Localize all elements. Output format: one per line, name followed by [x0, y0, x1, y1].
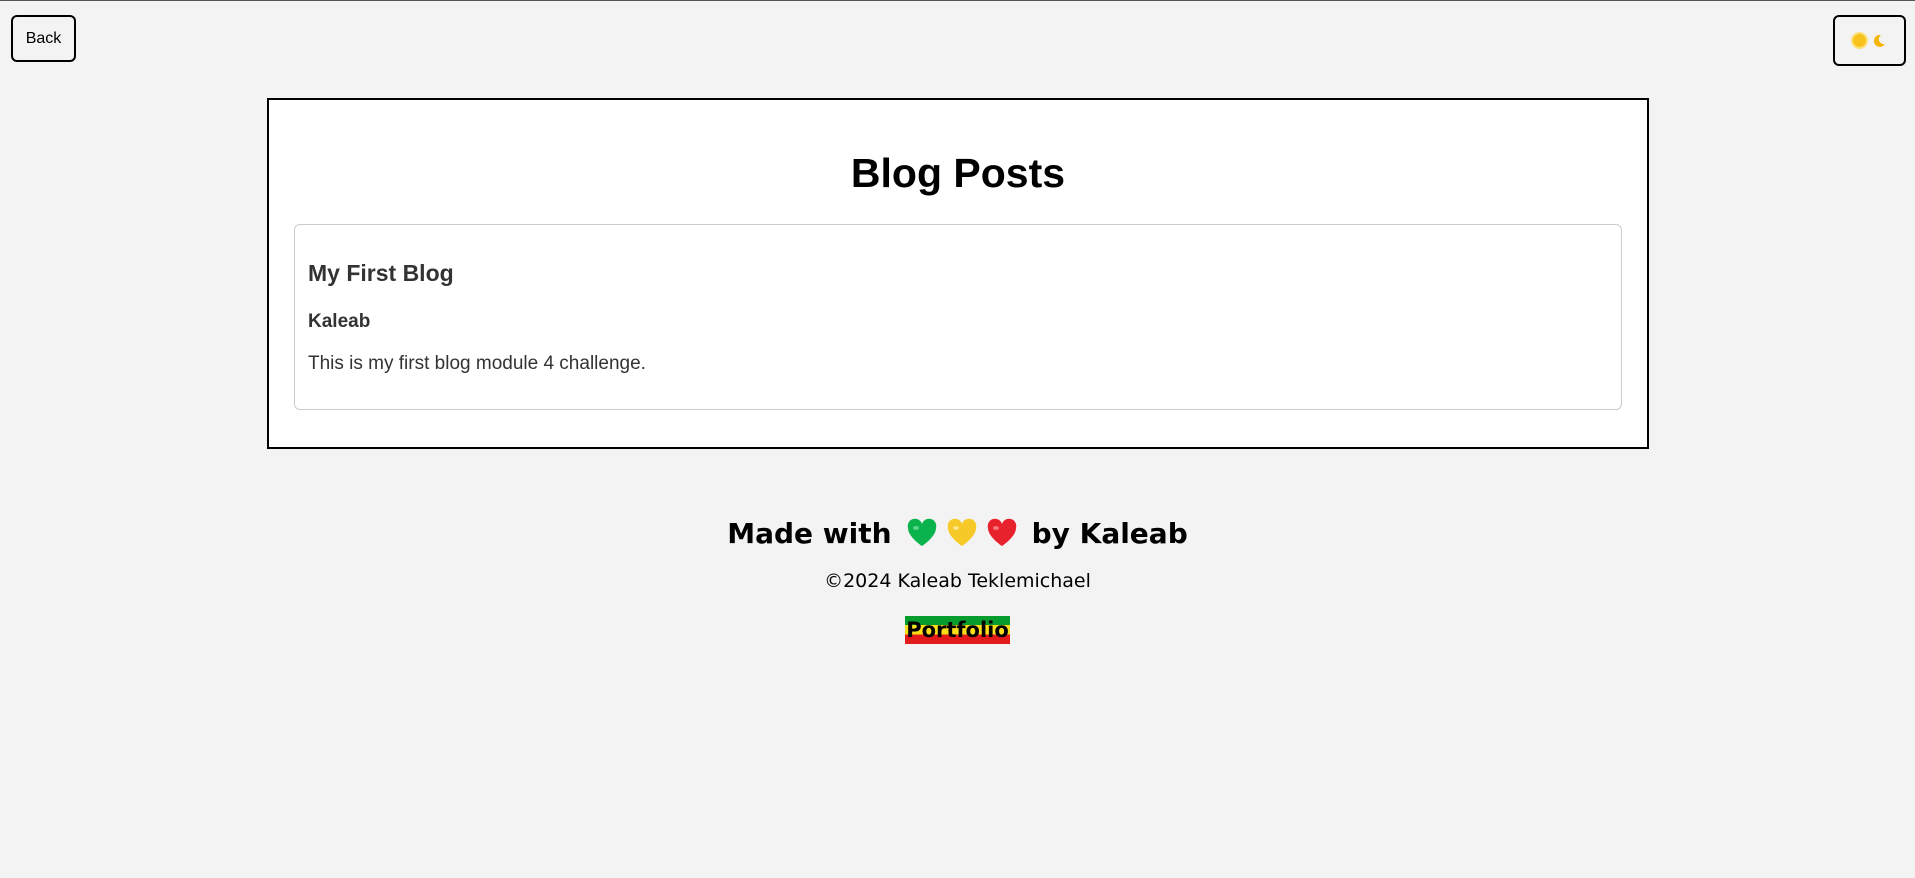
portfolio-link[interactable]: Portfolio [905, 616, 1010, 644]
back-button[interactable]: Back [11, 15, 76, 62]
copyright-text: ©2024 Kaleab Teklemichael [824, 570, 1091, 592]
blog-post-card: My First Blog Kaleab This is my first bl… [294, 224, 1622, 410]
hearts-group [906, 518, 1018, 548]
made-with-suffix: by Kaleab [1031, 516, 1188, 550]
sun-icon [1852, 34, 1866, 47]
page-title: Blog Posts [850, 150, 1066, 196]
made-with-prefix: Made with [727, 516, 892, 550]
post-content: This is my first blog module 4 challenge… [308, 353, 646, 374]
green-heart-icon [907, 518, 936, 546]
post-author: Kaleab [308, 311, 371, 332]
blog-posts-panel: Blog Posts My First Blog Kaleab This is … [267, 98, 1649, 449]
moon-icon [1873, 34, 1885, 47]
theme-toggle-button[interactable] [1833, 15, 1906, 66]
post-title: My First Blog [308, 260, 454, 286]
yellow-heart-icon [947, 518, 976, 546]
red-heart-icon [987, 518, 1016, 546]
footer: Made with by Kaleab ©2024 Kaleab Teklemi… [0, 513, 1915, 644]
made-with-line: Made with by Kaleab [0, 513, 1915, 553]
